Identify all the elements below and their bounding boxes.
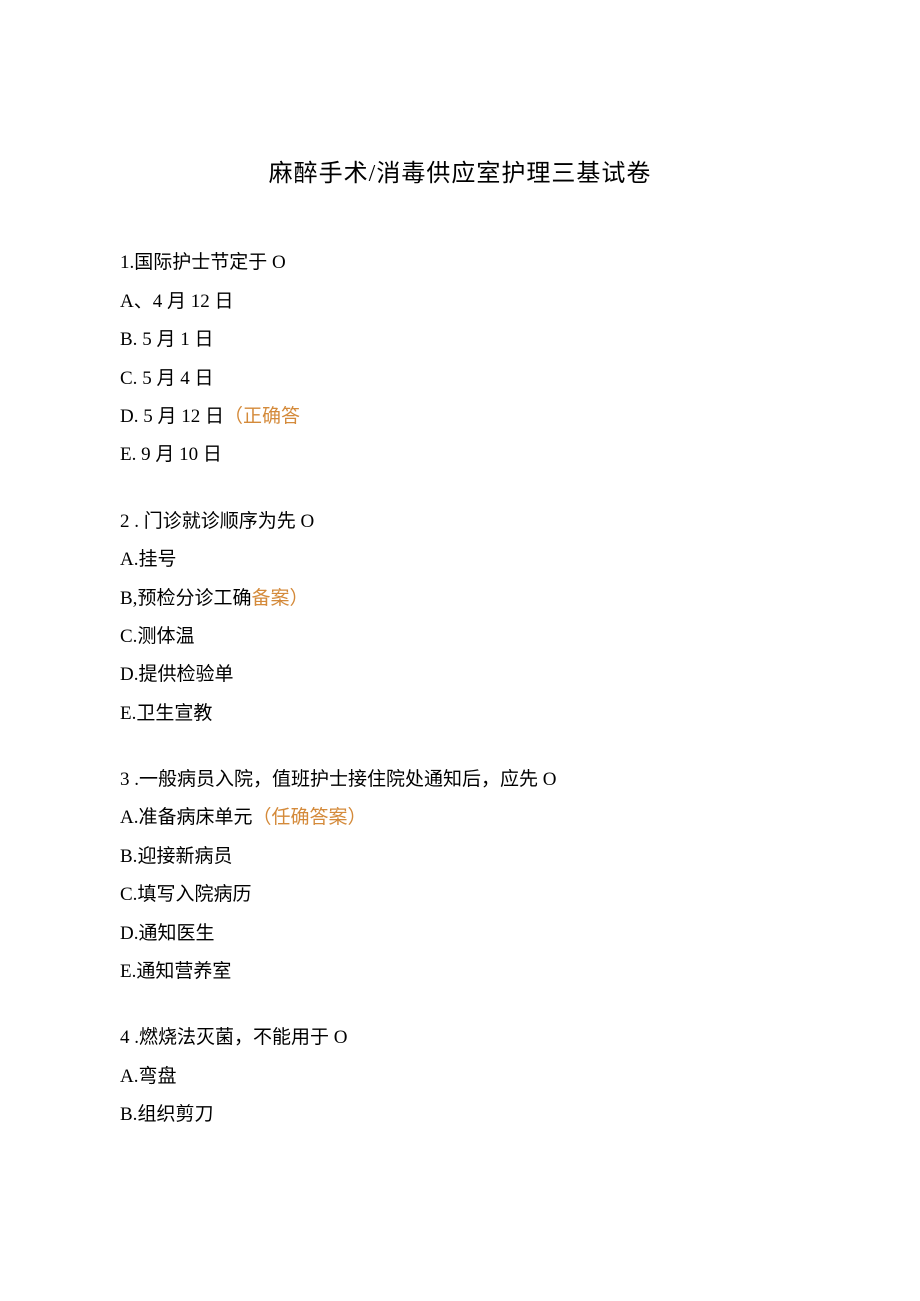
question-block: 3 .一般病员入院，值班护士接住院处通知后，应先 O A.准备病床单元（任确答案… <box>120 765 800 987</box>
option: A.挂号 <box>120 545 800 575</box>
option-letter: C. <box>120 884 137 905</box>
option: C. 5 月 4 日 <box>120 364 800 394</box>
option-text: 卫生宣教 <box>136 703 212 724</box>
option-letter: D. <box>120 923 138 944</box>
option-letter: B. <box>120 1104 137 1125</box>
option: C.测体温 <box>120 622 800 652</box>
option-letter: D. <box>120 664 138 685</box>
option: B.组织剪刀 <box>120 1100 800 1130</box>
option-letter: A. <box>120 1066 138 1087</box>
question-text: .一般病员入院，值班护士接住院处通知后，应先 O <box>130 769 557 790</box>
document-page: 麻醉手术/消毒供应室护理三基试卷 1.国际护士节定于 O A、4 月 12 日 … <box>0 0 920 1247</box>
option: A.弯盘 <box>120 1062 800 1092</box>
option: D. 5 月 12 日（正确答 <box>120 402 800 432</box>
question-text: . 门诊就诊顺序为先 O <box>130 511 315 532</box>
option-letter: C. <box>120 626 137 647</box>
option: D.通知医生 <box>120 919 800 949</box>
option: B.迎接新病员 <box>120 842 800 872</box>
option-letter: A. <box>120 807 138 828</box>
answer-mark: （正确答 <box>224 406 300 427</box>
option-text: 5 月 4 日 <box>142 368 213 389</box>
option: E.卫生宣教 <box>120 699 800 729</box>
option-letter: E. <box>120 961 136 982</box>
option-letter: A、 <box>120 291 153 312</box>
option-text: 测体温 <box>137 626 194 647</box>
question-number: 2 <box>120 511 130 532</box>
option-letter: B. <box>120 846 137 867</box>
question-stem: 4 .燃烧法灭菌，不能用于 O <box>120 1023 800 1053</box>
option-text: 迎接新病员 <box>137 846 232 867</box>
option: E. 9 月 10 日 <box>120 440 800 470</box>
question-number: 1. <box>120 252 134 273</box>
option-text: 预检分诊工确 <box>137 588 251 609</box>
answer-mark: （任确答案） <box>253 807 367 828</box>
option-text: 5 月 12 日 <box>143 406 224 427</box>
question-text: 国际护士节定于 O <box>134 252 285 273</box>
option-text: 提供检验单 <box>138 664 233 685</box>
option-text: 准备病床单元 <box>138 807 252 828</box>
answer-mark: 备案） <box>251 588 308 609</box>
option: A.准备病床单元（任确答案） <box>120 803 800 833</box>
question-block: 4 .燃烧法灭菌，不能用于 O A.弯盘 B.组织剪刀 <box>120 1023 800 1130</box>
option: C.填写入院病历 <box>120 880 800 910</box>
option-text: 4 月 12 日 <box>153 291 234 312</box>
option-text: 组织剪刀 <box>137 1104 213 1125</box>
question-block: 1.国际护士节定于 O A、4 月 12 日 B. 5 月 1 日 C. 5 月… <box>120 248 800 470</box>
question-block: 2 . 门诊就诊顺序为先 O A.挂号 B,预检分诊工确备案） C.测体温 D.… <box>120 507 800 729</box>
option-letter: B. <box>120 329 137 350</box>
option: E.通知营养室 <box>120 957 800 987</box>
question-stem: 2 . 门诊就诊顺序为先 O <box>120 507 800 537</box>
option: B. 5 月 1 日 <box>120 325 800 355</box>
question-number: 3 <box>120 769 130 790</box>
option-letter: C. <box>120 368 137 389</box>
option: D.提供检验单 <box>120 660 800 690</box>
option-text: 挂号 <box>138 549 176 570</box>
option-letter: D. <box>120 406 138 427</box>
option-text: 5 月 1 日 <box>142 329 213 350</box>
document-title: 麻醉手术/消毒供应室护理三基试卷 <box>120 155 800 193</box>
option-letter: B, <box>120 588 137 609</box>
question-number: 4 <box>120 1027 130 1048</box>
option: B,预检分诊工确备案） <box>120 584 800 614</box>
option-text: 通知营养室 <box>136 961 231 982</box>
option: A、4 月 12 日 <box>120 287 800 317</box>
option-letter: E. <box>120 444 136 465</box>
question-stem: 3 .一般病员入院，值班护士接住院处通知后，应先 O <box>120 765 800 795</box>
question-text: .燃烧法灭菌，不能用于 O <box>130 1027 348 1048</box>
option-text: 填写入院病历 <box>137 884 251 905</box>
option-letter: E. <box>120 703 136 724</box>
question-stem: 1.国际护士节定于 O <box>120 248 800 278</box>
option-text: 通知医生 <box>138 923 214 944</box>
option-text: 弯盘 <box>138 1066 176 1087</box>
option-text: 9 月 10 日 <box>141 444 222 465</box>
option-letter: A. <box>120 549 138 570</box>
